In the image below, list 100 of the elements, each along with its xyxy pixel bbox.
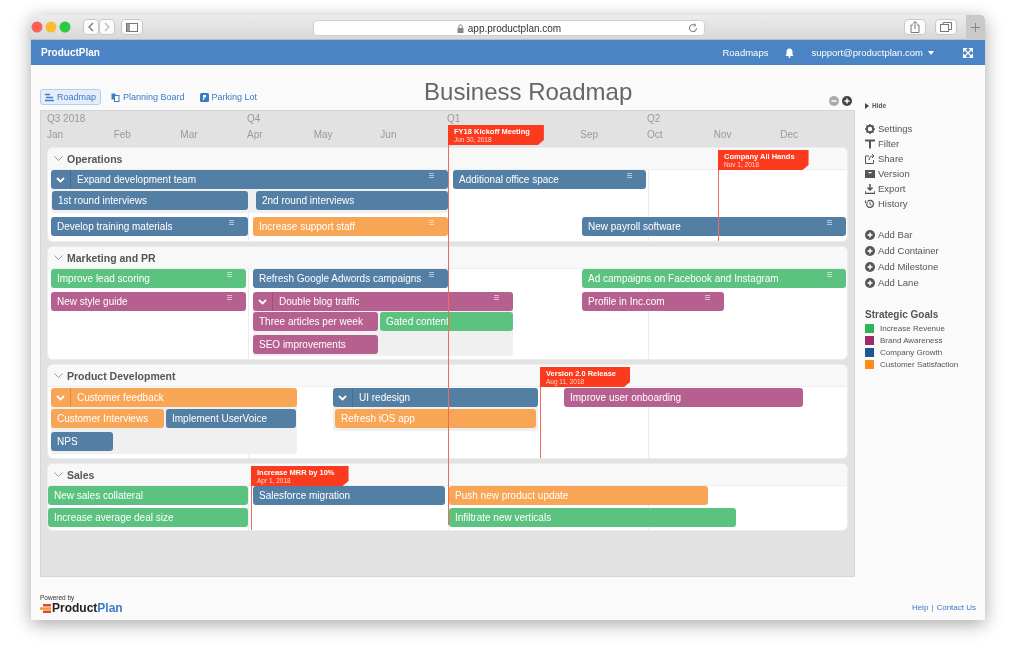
roadmap-title: Business Roadmap [424,78,633,106]
brand-name[interactable]: ProductPlan [41,47,100,58]
container-bar[interactable]: Double blog traffic [253,292,513,311]
grip-icon[interactable] [429,173,434,178]
container-bar[interactable]: Expand development team [51,170,448,189]
view-tab[interactable]: Roadmap [40,89,102,105]
month-label: Sep [580,129,599,140]
plus-icon [971,22,980,32]
roadmap-bar[interactable]: Refresh Google Adwords campaigns [253,269,448,288]
sidebar-action[interactable]: Share [865,153,985,164]
chevron-down-icon [56,394,65,401]
grip-icon[interactable] [227,272,232,277]
share-button[interactable] [904,19,926,35]
account-menu[interactable]: support@productplan.com [811,47,934,58]
roadmap-bar[interactable]: 2nd round interviews [256,191,448,210]
roadmap-bar[interactable]: NPS [51,432,113,451]
sidebar-button[interactable] [121,19,143,35]
roadmap-bar[interactable]: Infiltrate new verticals [449,508,736,527]
roadmap-bar[interactable]: Ad campaigns on Facebook and Instagram [582,269,846,288]
roadmap-bar[interactable]: SEO improvements [253,335,378,354]
month-label: Jun [380,129,397,140]
back-button[interactable] [83,19,99,35]
footer-link[interactable]: Help [911,603,929,612]
grip-icon[interactable] [429,220,434,225]
grip-icon[interactable] [627,173,632,178]
sidebar-action[interactable]: Settings [865,123,985,134]
filter-icon [865,138,875,149]
sidebar-action[interactable]: Version [865,168,985,179]
roadmap-bar[interactable]: Additional office space [453,170,646,189]
add-action[interactable]: Add Bar [865,229,985,240]
legend-label: Company Growth [880,348,943,357]
reload-icon[interactable] [688,23,698,33]
share-icon [910,21,920,33]
quarter-label: Q4 [247,113,261,124]
grip-icon[interactable] [429,272,434,277]
bell-icon[interactable] [785,47,795,58]
roadmap-bar[interactable]: Increase average deal size [48,508,248,527]
chevron-right-icon [103,22,111,32]
roadmap-bar[interactable]: New style guide [51,292,246,311]
roadmap-bar[interactable]: Three articles per week [253,312,378,331]
zoom-in-icon[interactable] [842,96,852,106]
roadmap-bar[interactable]: Gated content [380,312,513,331]
month-label: Nov [713,129,732,140]
address-field[interactable]: app.productplan.com [313,20,705,36]
grip-icon[interactable] [827,272,832,277]
grip-icon[interactable] [229,220,234,225]
sidebar-action[interactable]: Filter [865,138,985,149]
add-action[interactable]: Add Milestone [865,261,985,272]
sidebar-action[interactable]: Export [865,183,985,194]
box-icon [865,168,875,179]
roadmap-bar[interactable]: Salesforce migration [253,486,445,505]
roadmap-bar[interactable]: 1st round interviews [52,191,248,210]
container-bar[interactable]: UI redesign [333,388,538,407]
add-action[interactable]: Add Container [865,245,985,256]
legend-title: Strategic Goals [865,309,940,320]
nav-link[interactable]: Roadmaps [722,47,769,58]
window-control-icon[interactable] [45,21,57,33]
lane-header[interactable]: Marketing and PR [48,247,847,269]
window-control-icon[interactable] [59,21,71,33]
window-control-icon[interactable] [31,21,43,33]
tabs-button[interactable] [935,19,957,35]
month-label: May [313,129,333,140]
sidebar-action[interactable]: History [865,198,985,209]
grip-icon[interactable] [827,220,832,225]
roadmap-icon [45,92,54,102]
month-label: Dec [780,129,799,140]
quarter-label: Q3 2018 [47,113,86,124]
month-label: Oct [647,129,663,140]
triangle-icon [865,102,869,109]
roadmap-bar[interactable]: Develop training materials [51,217,248,236]
quarter-label: Q1 [447,113,461,124]
lock-icon [456,23,464,33]
grip-icon[interactable] [494,295,499,300]
roadmap-bar[interactable]: Improve lead scoring [51,269,246,288]
caret-icon [928,50,934,55]
add-action[interactable]: Add Lane [865,277,985,288]
download-icon [865,183,875,194]
new-tab-button[interactable] [966,15,985,40]
chevron-down-icon [338,394,347,401]
roadmap-bar[interactable]: Improve user onboarding [564,388,803,407]
share-icon [865,153,875,164]
roadmap-bar[interactable]: New sales collateral [48,486,248,505]
month-label: Mar [180,129,198,140]
grip-icon[interactable] [705,295,710,300]
plus-circle-icon [865,229,875,240]
chevron-left-icon [87,22,95,32]
view-tab[interactable]: Parking Lot [194,89,263,105]
legend-label: Increase Revenue [880,324,945,333]
history-icon [865,198,875,209]
roadmap-bar[interactable]: Profile in Inc.com [582,292,724,311]
footer-link[interactable]: Contact Us [936,603,976,612]
roadmap-bar[interactable]: New payroll software [582,217,846,236]
roadmap-bar[interactable]: Implement UserVoice [166,409,296,428]
month-label: Feb [113,129,131,140]
logo-text: ProductPlan [52,601,123,615]
grip-icon[interactable] [227,295,232,300]
fullscreen-icon[interactable] [963,47,973,58]
legend-label: Customer Satisfaction [880,360,959,369]
forward-button[interactable] [99,19,115,35]
view-tab[interactable]: Planning Board [106,89,190,105]
